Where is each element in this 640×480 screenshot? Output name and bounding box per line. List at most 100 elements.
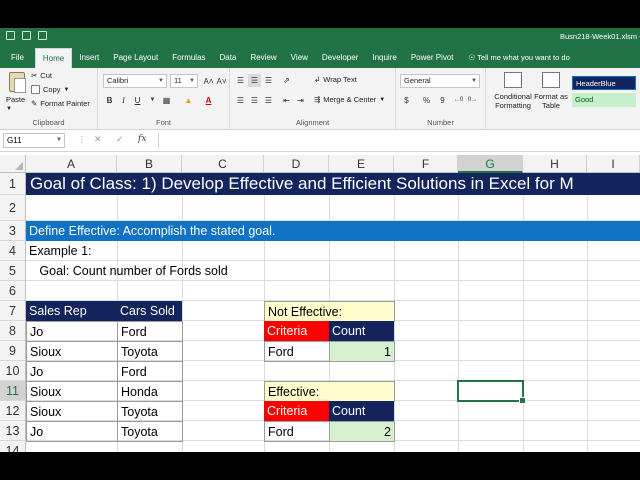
- paste-dropdown-icon[interactable]: ▼: [6, 106, 12, 112]
- increase-indent-icon[interactable]: ⇥: [294, 94, 307, 107]
- conditional-formatting-icon[interactable]: [504, 72, 522, 88]
- not-effective-count-header[interactable]: Count: [329, 321, 394, 341]
- cut-button[interactable]: ✂ Cut: [31, 71, 52, 80]
- not-effective-count[interactable]: 1: [329, 341, 395, 362]
- row-header-13[interactable]: 13: [0, 421, 26, 441]
- insert-function-button[interactable]: fx: [138, 134, 146, 144]
- effective-criteria[interactable]: Ford: [264, 421, 330, 442]
- font-color-icon[interactable]: A: [202, 94, 215, 107]
- format-painter-button[interactable]: ✎ Format Painter: [31, 99, 90, 108]
- not-effective-criteria[interactable]: Ford: [264, 341, 330, 362]
- format-as-table-icon[interactable]: [542, 72, 560, 88]
- increase-decimal-icon[interactable]: ←0: [452, 94, 465, 107]
- column-header-d[interactable]: D: [264, 155, 329, 173]
- paste-button[interactable]: Paste: [6, 95, 25, 104]
- row-header-12[interactable]: 12: [0, 401, 26, 421]
- column-header-h[interactable]: H: [523, 155, 587, 173]
- table-cell[interactable]: Toyota: [117, 401, 183, 422]
- cancel-icon[interactable]: ✕: [94, 134, 102, 145]
- tab-power-pivot[interactable]: Power Pivot: [404, 48, 461, 68]
- table-cell[interactable]: Jo: [26, 421, 118, 442]
- increase-font-icon[interactable]: A˄: [202, 75, 215, 88]
- effective-count-header[interactable]: Count: [329, 401, 394, 421]
- align-center-icon[interactable]: ☰: [248, 94, 261, 107]
- save-icon[interactable]: [6, 31, 15, 40]
- copy-button[interactable]: Copy ▼: [31, 85, 69, 94]
- row-header-11[interactable]: 11: [0, 381, 26, 401]
- currency-button[interactable]: $: [400, 94, 413, 107]
- effective-count[interactable]: 2: [329, 421, 395, 442]
- tell-me-box[interactable]: ☉ Tell me what you want to do: [461, 48, 570, 68]
- orientation-icon[interactable]: ⇗: [280, 74, 293, 87]
- align-top-icon[interactable]: ☰: [234, 74, 247, 87]
- number-format-select[interactable]: General ▼: [400, 74, 480, 88]
- row-header-4[interactable]: 4: [0, 241, 26, 261]
- formula-input[interactable]: [158, 133, 640, 148]
- undo-icon[interactable]: [22, 31, 31, 40]
- align-bottom-icon[interactable]: ☰: [262, 74, 275, 87]
- row-header-9[interactable]: 9: [0, 341, 26, 361]
- paste-icon[interactable]: [9, 72, 26, 93]
- column-header-f[interactable]: F: [394, 155, 458, 173]
- align-right-icon[interactable]: ☰: [262, 94, 275, 107]
- table-cell[interactable]: Jo: [26, 361, 118, 382]
- effective-label[interactable]: Effective:: [264, 381, 395, 402]
- table-cell[interactable]: Ford: [117, 321, 183, 342]
- style-headerblue[interactable]: HeaderBlue: [572, 76, 636, 90]
- column-header-i[interactable]: I: [587, 155, 640, 173]
- table-cell[interactable]: Sioux: [26, 381, 118, 402]
- table-cell[interactable]: Toyota: [117, 421, 183, 442]
- table-cell[interactable]: Ford: [117, 361, 183, 382]
- column-header-g[interactable]: G: [458, 155, 523, 173]
- table-cell[interactable]: Sioux: [26, 401, 118, 422]
- row-header-6[interactable]: 6: [0, 281, 26, 301]
- effective-criteria-header[interactable]: Criteria: [264, 401, 329, 421]
- table-header-sales-rep[interactable]: Sales Rep: [26, 301, 117, 321]
- column-header-e[interactable]: E: [329, 155, 394, 173]
- underline-button[interactable]: U: [131, 94, 144, 107]
- row-header-2[interactable]: 2: [0, 195, 26, 221]
- cell-a3-define[interactable]: Define Effective: Accomplish the stated …: [26, 221, 640, 241]
- redo-icon[interactable]: [38, 31, 47, 40]
- table-cell[interactable]: Jo: [26, 321, 118, 342]
- percent-button[interactable]: %: [420, 94, 433, 107]
- tab-insert[interactable]: Insert: [72, 48, 106, 68]
- font-name-select[interactable]: Calibri ▼: [103, 74, 167, 88]
- row-header-1[interactable]: 1: [0, 173, 26, 195]
- decrease-font-icon[interactable]: A˅: [215, 75, 228, 88]
- conditional-formatting-button[interactable]: Conditional Formatting: [488, 92, 538, 110]
- enter-icon[interactable]: ✓: [116, 134, 124, 145]
- active-cell-g11[interactable]: [457, 380, 526, 404]
- decrease-decimal-icon[interactable]: 0→: [466, 94, 479, 107]
- font-size-select[interactable]: 11 ▼: [170, 74, 198, 88]
- table-cell[interactable]: Toyota: [117, 341, 183, 362]
- table-cell[interactable]: Sioux: [26, 341, 118, 362]
- row-header-7[interactable]: 7: [0, 301, 26, 321]
- table-cell[interactable]: Honda: [117, 381, 183, 402]
- row-header-3[interactable]: 3: [0, 221, 26, 241]
- tab-developer[interactable]: Developer: [315, 48, 365, 68]
- italic-button[interactable]: I: [117, 94, 130, 107]
- fill-color-icon[interactable]: ▲: [182, 94, 195, 107]
- tab-review[interactable]: Review: [243, 48, 283, 68]
- row-header-10[interactable]: 10: [0, 361, 26, 381]
- tab-data[interactable]: Data: [213, 48, 244, 68]
- decrease-indent-icon[interactable]: ⇤: [280, 94, 293, 107]
- name-box[interactable]: G11 ▼: [3, 133, 65, 148]
- merge-center-button[interactable]: ⇶ Merge & Center ▼: [314, 95, 385, 104]
- tab-inquire[interactable]: Inquire: [365, 48, 403, 68]
- tab-home[interactable]: Home: [34, 48, 73, 68]
- format-as-table-button[interactable]: Format as Table: [534, 92, 568, 110]
- column-header-a[interactable]: A: [26, 155, 117, 173]
- select-all-button[interactable]: [0, 155, 26, 173]
- tab-file[interactable]: File: [0, 48, 35, 68]
- cell-a1-title[interactable]: Goal of Class: 1) Develop Effective and …: [26, 173, 640, 195]
- cell-a5[interactable]: Goal: Count number of Fords sold: [26, 261, 266, 281]
- align-left-icon[interactable]: ☰: [234, 94, 247, 107]
- row-header-8[interactable]: 8: [0, 321, 26, 341]
- tab-page-layout[interactable]: Page Layout: [106, 48, 165, 68]
- table-header-cars-sold[interactable]: Cars Sold: [117, 301, 182, 321]
- style-good[interactable]: Good: [572, 93, 636, 107]
- wrap-text-button[interactable]: ↲ Wrap Text: [314, 75, 357, 84]
- cell-a4[interactable]: Example 1:: [26, 241, 117, 261]
